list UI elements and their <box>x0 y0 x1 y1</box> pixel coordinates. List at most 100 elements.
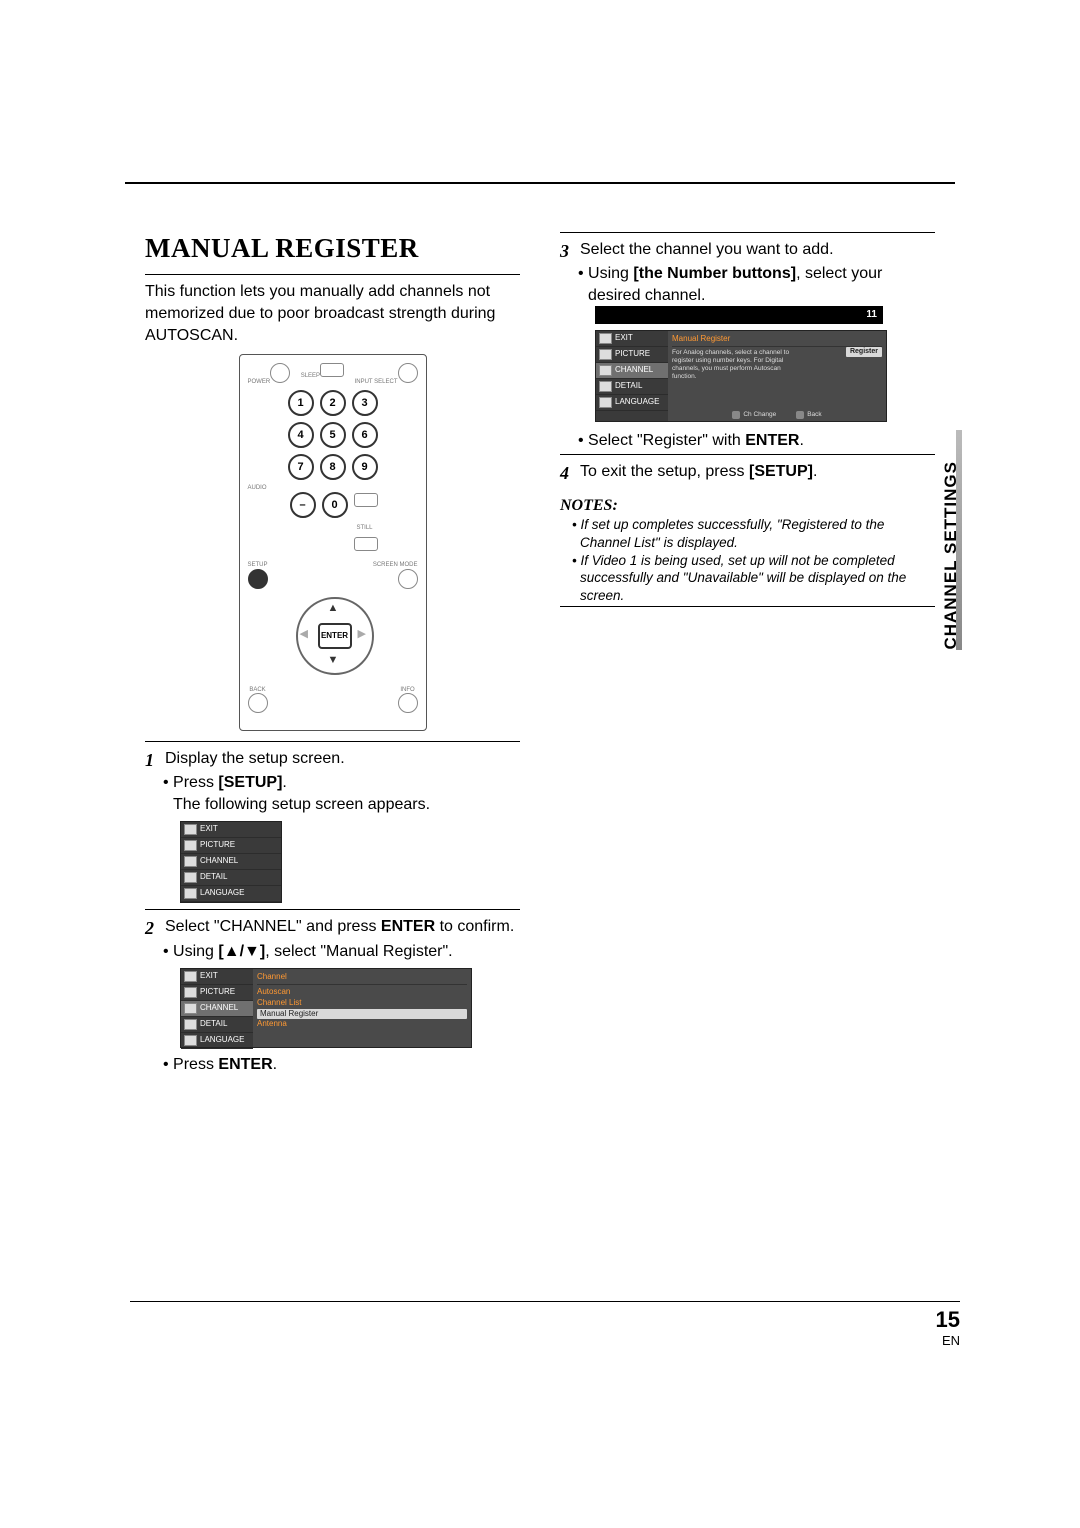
step-1-number: 1 <box>145 748 159 772</box>
osd-setup-menu: EXIT PICTURE CHANNEL DETAIL LANGUAGE <box>180 821 282 903</box>
step4-rule <box>560 454 935 455</box>
step-4: 4 To exit the setup, press [SETUP]. <box>560 461 935 485</box>
remote-num-5: 5 <box>320 422 346 448</box>
remote-num-dash: – <box>290 492 316 518</box>
osd3-channel-badge: 11 <box>595 306 883 324</box>
channel-icon <box>599 365 612 376</box>
remote-num-2: 2 <box>320 390 346 416</box>
remote-nav-pad: ▲ ▼ ◀ ▶ ENTER <box>278 595 388 685</box>
arrow-up-icon: ▲ <box>328 601 339 616</box>
remote-icon <box>732 411 740 419</box>
step-4-text: To exit the setup, press [SETUP]. <box>580 461 817 485</box>
detail-icon <box>599 381 612 392</box>
section-tab: CHANNEL SETTINGS <box>940 430 962 650</box>
osd-mi-picture: PICTURE <box>200 841 235 850</box>
remote-screen-mode-button <box>398 569 418 589</box>
page-number: 15 <box>936 1307 960 1333</box>
language-icon <box>184 1035 197 1046</box>
remote-label-audio: AUDIO <box>248 484 267 492</box>
step-2-bullet-2: Press ENTER. <box>163 1054 520 1076</box>
remote-label-still: STILL <box>356 525 372 531</box>
intro-text: This function lets you manually add chan… <box>145 281 520 346</box>
left-column: MANUAL REGISTER This function lets you m… <box>145 230 520 1076</box>
osd2-opt-autoscan: Autoscan <box>257 987 467 998</box>
step-2-number: 2 <box>145 916 159 940</box>
remote-num-7: 7 <box>288 454 314 480</box>
step-3-number: 3 <box>560 239 574 263</box>
exit-icon <box>184 971 197 982</box>
remote-num-1: 1 <box>288 390 314 416</box>
title-rule <box>145 274 520 275</box>
remote-illustration: POWER SLEEP INPUT SELECT 1 2 3 4 5 6 7 8… <box>239 354 427 731</box>
arrow-left-icon: ◀ <box>300 627 308 642</box>
manual-page: CHANNEL SETTINGS MANUAL REGISTER This fu… <box>0 0 1080 1528</box>
arrow-down-icon: ▼ <box>328 653 339 668</box>
remote-info-button <box>398 693 418 713</box>
back-icon <box>796 411 804 419</box>
remote-num-4: 4 <box>288 422 314 448</box>
remote-label-setup: SETUP <box>248 561 268 569</box>
language-icon <box>184 888 197 899</box>
remote-label-power: POWER <box>248 379 271 385</box>
remote-audio-button <box>354 493 378 507</box>
step3-rule <box>560 232 935 233</box>
step-1-sub: The following setup screen appears. <box>173 794 520 816</box>
content-columns: MANUAL REGISTER This function lets you m… <box>145 230 935 1076</box>
detail-icon <box>184 872 197 883</box>
picture-icon <box>184 987 197 998</box>
top-rule <box>125 182 955 184</box>
remote-num-6: 6 <box>352 422 378 448</box>
osd-mi-channel: CHANNEL <box>200 857 238 866</box>
remote-power-button <box>270 363 290 383</box>
note-1: If set up completes successfully, "Regis… <box>572 516 935 551</box>
footer-rule <box>130 1301 960 1302</box>
osd2-opt-channel-list: Channel List <box>257 998 467 1009</box>
step-2-text: Select "CHANNEL" and press ENTER to conf… <box>165 916 514 940</box>
step-3-bullet-2: Select "Register" with ENTER. <box>578 430 935 452</box>
page-lang: EN <box>936 1333 960 1348</box>
note-2: If Video 1 is being used, set up will no… <box>572 552 935 605</box>
osd2-opt-antenna: Antenna <box>257 1019 467 1030</box>
language-icon <box>599 397 612 408</box>
osd-channel-submenu: EXIT PICTURE CHANNEL DETAIL LANGUAGE Cha… <box>180 968 472 1048</box>
detail-icon <box>184 1019 197 1030</box>
remote-enter-button: ENTER <box>318 623 352 649</box>
right-column: 3 Select the channel you want to add. Us… <box>560 230 935 1076</box>
step-1-bullet-1: Press [SETUP]. <box>163 772 520 794</box>
remote-input-select-button <box>398 363 418 383</box>
remote-number-grid: 1 2 3 4 5 6 7 8 9 <box>248 390 418 480</box>
remote-num-9: 9 <box>352 454 378 480</box>
remote-label-screen-mode: SCREEN MODE <box>373 561 418 569</box>
osd-mi-exit: EXIT <box>200 825 218 834</box>
step-1-text: Display the setup screen. <box>165 748 345 772</box>
remote-sleep-button <box>320 363 344 377</box>
osd-manual-register: EXIT PICTURE CHANNEL DETAIL LANGUAGE Man… <box>595 330 887 422</box>
osd3-foot-change: Ch Change <box>743 411 776 418</box>
notes-heading: NOTES: <box>560 495 935 517</box>
step2-rule <box>145 909 520 910</box>
step-2-bullet-1: Using [▲/▼], select "Manual Register". <box>163 941 520 963</box>
exit-icon <box>599 333 612 344</box>
arrow-right-icon: ▶ <box>358 627 366 642</box>
osd3-header: Manual Register <box>672 334 882 347</box>
osd2-opt-manual-register: Manual Register <box>257 1009 467 1020</box>
remote-num-3: 3 <box>352 390 378 416</box>
step-1: 1 Display the setup screen. <box>145 748 520 772</box>
osd-mi-language: LANGUAGE <box>200 889 244 898</box>
remote-setup-button <box>248 569 268 589</box>
page-title: MANUAL REGISTER <box>145 230 520 266</box>
remote-num-8: 8 <box>320 454 346 480</box>
section-tab-label: CHANNEL SETTINGS <box>941 461 961 650</box>
step1-rule <box>145 741 520 742</box>
page-footer: 15 EN <box>936 1307 960 1348</box>
step-3-text: Select the channel you want to add. <box>580 239 834 263</box>
remote-label-sleep: SLEEP <box>301 373 320 379</box>
notes-end-rule <box>560 606 935 607</box>
osd3-hint: For Analog channels, select a channel to… <box>672 349 802 382</box>
exit-icon <box>184 824 197 835</box>
step-2: 2 Select "CHANNEL" and press ENTER to co… <box>145 916 520 940</box>
remote-back-button <box>248 693 268 713</box>
step-4-number: 4 <box>560 461 574 485</box>
step-3: 3 Select the channel you want to add. <box>560 239 935 263</box>
osd2-header: Channel <box>257 972 467 985</box>
